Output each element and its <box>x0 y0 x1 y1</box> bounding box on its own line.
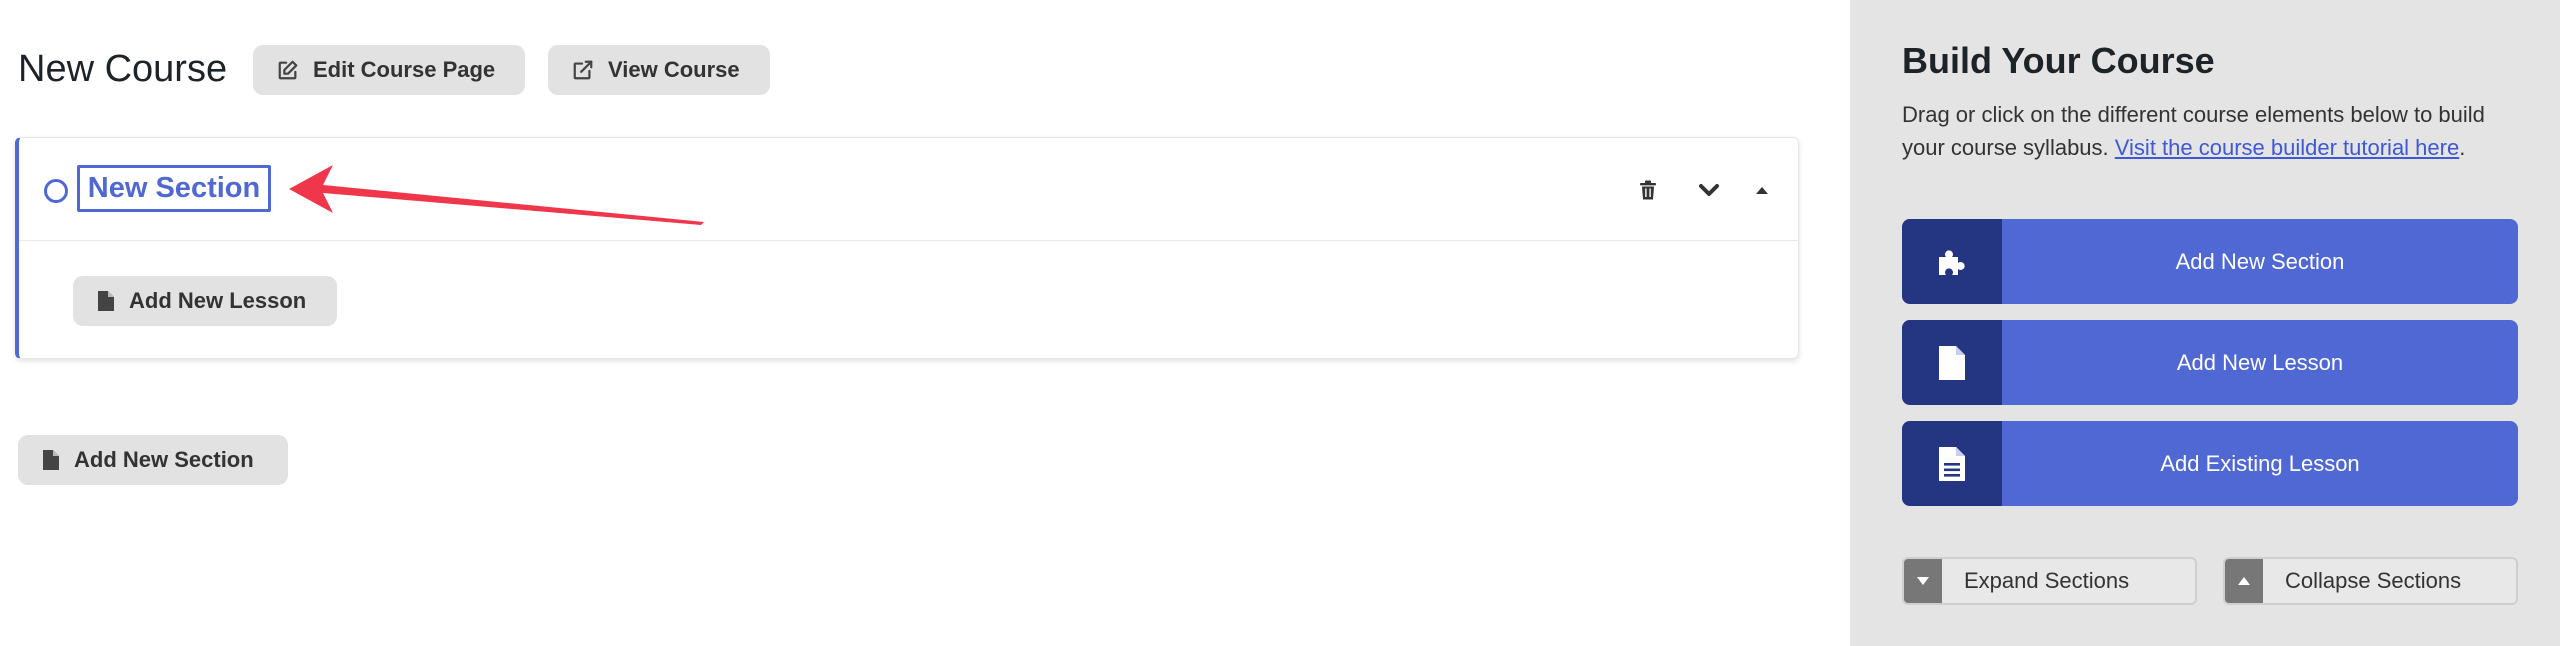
document-icon <box>98 291 114 311</box>
add-new-lesson-button[interactable]: Add New Lesson <box>73 276 337 326</box>
document-icon <box>43 450 59 470</box>
sidebar-add-existing-lesson-label: Add Existing Lesson <box>2160 450 2360 476</box>
delete-section-trash-icon[interactable] <box>1632 174 1664 206</box>
add-new-section-label: Add New Section <box>74 447 254 472</box>
caret-up-icon <box>2225 559 2263 603</box>
edit-course-page-label: Edit Course Page <box>313 57 496 82</box>
expand-sections-button[interactable]: Expand Sections <box>1902 557 2197 605</box>
collapse-sections-button[interactable]: Collapse Sections <box>2223 557 2518 605</box>
add-new-lesson-label: Add New Lesson <box>129 288 307 313</box>
caret-down-icon <box>1904 559 1942 603</box>
document-text-icon <box>1902 421 2002 506</box>
puzzle-icon <box>1902 219 2002 304</box>
course-builder-tutorial-link[interactable]: Visit the course builder tutorial here <box>2115 135 2459 160</box>
sidebar-description-period: . <box>2459 135 2466 160</box>
edit-icon <box>278 60 298 80</box>
document-icon <box>1902 320 2002 405</box>
build-your-course-sidebar: Build Your Course Drag or click on the d… <box>1850 0 2560 646</box>
sidebar-description: Drag or click on the different course el… <box>1902 98 2522 164</box>
sidebar-add-new-section-button[interactable]: Add New Section <box>1902 219 2518 304</box>
reorder-down-chevron-icon[interactable] <box>1693 174 1725 206</box>
expand-sections-label: Expand Sections <box>1964 568 2130 593</box>
collapse-sections-label: Collapse Sections <box>2285 568 2462 593</box>
view-course-button[interactable]: View Course <box>548 45 770 95</box>
external-link-icon <box>573 60 593 80</box>
annotation-arrow-icon <box>289 165 704 225</box>
add-new-section-button[interactable]: Add New Section <box>18 435 288 485</box>
sidebar-add-new-lesson-label: Add New Lesson <box>2176 349 2344 375</box>
sidebar-add-new-lesson-button[interactable]: Add New Lesson <box>1902 320 2518 405</box>
course-builder-main: New Course Edit Course Page View Course … <box>0 0 1850 646</box>
sidebar-add-existing-lesson-button[interactable]: Add Existing Lesson <box>1902 421 2518 506</box>
course-section[interactable]: New Section Add New Lesson <box>15 137 1799 359</box>
collapse-section-caret-up-icon[interactable] <box>1746 174 1778 206</box>
sidebar-title: Build Your Course <box>1902 40 2215 81</box>
section-title-input[interactable]: New Section <box>77 165 271 212</box>
section-status-circle-icon <box>44 179 68 203</box>
sidebar-add-new-section-label: Add New Section <box>2175 248 2345 274</box>
edit-course-page-button[interactable]: Edit Course Page <box>253 45 525 95</box>
view-course-label: View Course <box>608 57 740 82</box>
section-header: New Section <box>19 138 1798 241</box>
page-title: New Course <box>18 48 228 90</box>
